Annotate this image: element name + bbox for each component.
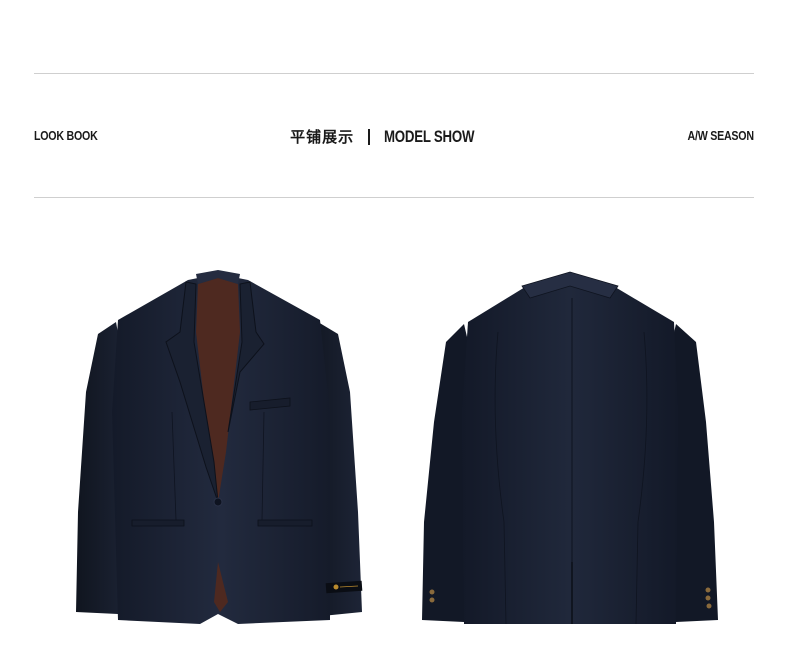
jacket-back-image <box>422 271 718 625</box>
section-title-cn: 平铺展示 <box>290 128 355 146</box>
section-title-en: MODEL SHOW <box>384 126 475 146</box>
title-separator <box>368 128 371 145</box>
bottom-divider <box>34 197 754 198</box>
season-label: A/W SEASON <box>687 128 754 143</box>
jacket-front-image <box>76 270 363 624</box>
section-title: 平铺展示 MODEL SHOW <box>0 126 790 147</box>
top-divider <box>34 73 754 74</box>
